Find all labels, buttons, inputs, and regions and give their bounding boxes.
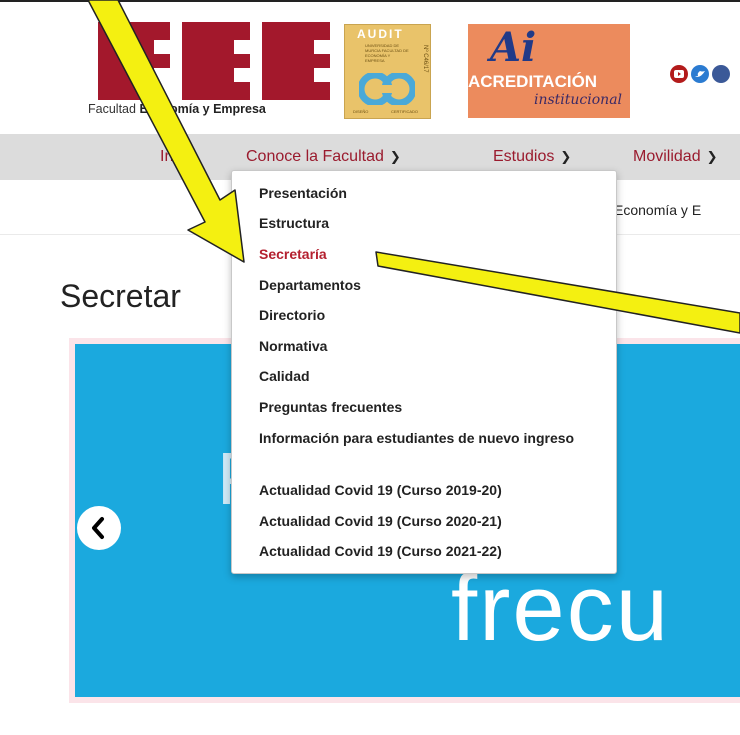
acreditacion-badge[interactable]: Ai ACREDITACIÓN institucional	[468, 24, 630, 118]
dropdown-item-presentacion[interactable]: Presentación	[259, 185, 347, 201]
audit-footer-left: DISEÑO	[353, 109, 369, 114]
facebook-icon[interactable]	[712, 65, 730, 83]
top-border	[0, 0, 740, 2]
audit-number: Nº C46/17	[422, 45, 428, 73]
dropdown-item-informacion-nuevo-ingreso[interactable]: Información para estudiantes de nuevo in…	[259, 427, 599, 449]
acreditacion-subtitle: institucional	[534, 92, 623, 108]
twitter-icon[interactable]	[691, 65, 709, 83]
audit-badge[interactable]: AUDIT UNIVERSIDAD DE MURCIA FACULTAD DE …	[344, 24, 431, 119]
conoce-la-facultad-dropdown: Presentación Estructura Secretaría Depar…	[231, 170, 617, 574]
chevron-left-icon	[92, 517, 104, 539]
logo-caption: Facultad Economía y Empresa	[88, 102, 266, 116]
logo-caption-name: Economía y Empresa	[139, 102, 266, 116]
fee-logo-mark	[98, 22, 330, 100]
nav-item-label: Conoce la Facultad	[246, 148, 384, 165]
acreditacion-ai-mark: Ai	[490, 24, 537, 71]
dropdown-item-covid-2021-22[interactable]: Actualidad Covid 19 (Curso 2021-22)	[259, 543, 502, 559]
nav-item-movilidad[interactable]: Movilidad ❯	[633, 148, 718, 166]
dropdown-item-directorio[interactable]: Directorio	[259, 307, 325, 323]
nav-item-label: Estudios	[493, 148, 555, 165]
dropdown-item-normativa[interactable]: Normativa	[259, 338, 327, 354]
audit-footer-right: CERTIFICADO	[391, 109, 419, 114]
chevron-down-icon: ❯	[706, 149, 718, 164]
nav-item-estudios[interactable]: Estudios ❯	[493, 148, 571, 166]
logo-caption-prefix: Facultad	[88, 102, 136, 116]
nav-item-conoce-la-facultad[interactable]: Conoce la Facultad ❯	[246, 148, 401, 166]
nav-item-label: Inicio	[160, 148, 198, 165]
nav-item-inicio[interactable]: Inicio	[160, 148, 197, 166]
audit-cc-logo	[359, 73, 415, 105]
dropdown-item-covid-2020-21[interactable]: Actualidad Covid 19 (Curso 2020-21)	[259, 513, 502, 529]
dropdown-item-preguntas-frecuentes[interactable]: Preguntas frecuentes	[259, 399, 402, 415]
dropdown-item-secretaria[interactable]: Secretaría	[259, 246, 327, 262]
breadcrumb-text[interactable]: Economía y E	[614, 202, 701, 218]
dropdown-item-departamentos[interactable]: Departamentos	[259, 277, 361, 293]
carousel-prev-button[interactable]	[77, 506, 121, 550]
dropdown-item-estructura[interactable]: Estructura	[259, 215, 329, 231]
audit-title: AUDIT	[357, 27, 404, 41]
chevron-down-icon: ❯	[560, 149, 572, 164]
dropdown-item-calidad[interactable]: Calidad	[259, 368, 310, 384]
nav-item-label: Movilidad	[633, 148, 701, 165]
faculty-logo[interactable]: Facultad Economía y Empresa	[88, 22, 338, 122]
audit-subtitle: UNIVERSIDAD DE MURCIA FACULTAD DE ECONOM…	[365, 43, 409, 63]
acreditacion-title: ACREDITACIÓN	[468, 72, 598, 91]
page-title: Secretar	[60, 278, 181, 314]
dropdown-item-covid-2019-20[interactable]: Actualidad Covid 19 (Curso 2019-20)	[259, 482, 502, 498]
social-links	[670, 64, 740, 84]
youtube-icon[interactable]	[670, 65, 688, 83]
chevron-down-icon: ❯	[389, 149, 401, 164]
